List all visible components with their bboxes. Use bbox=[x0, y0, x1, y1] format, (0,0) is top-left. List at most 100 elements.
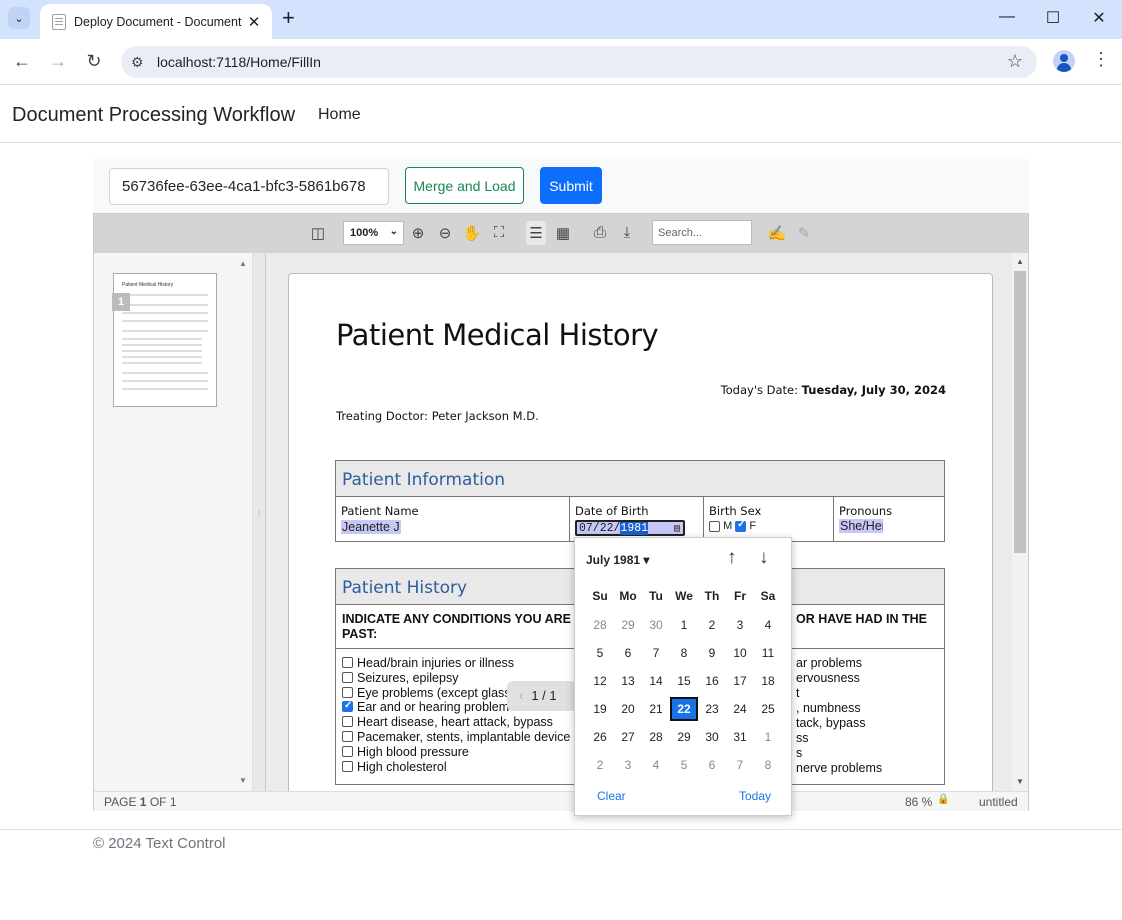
download-icon[interactable]: ⤓ bbox=[617, 224, 637, 241]
calendar-day[interactable]: 30 bbox=[642, 613, 670, 637]
calendar-day[interactable]: 29 bbox=[670, 725, 698, 749]
edit-form-icon[interactable]: ✎ bbox=[794, 224, 814, 242]
calendar-day[interactable]: 30 bbox=[698, 725, 726, 749]
calendar-day[interactable]: 19 bbox=[586, 697, 614, 721]
calendar-icon[interactable]: ▤ bbox=[674, 523, 680, 535]
scroll-up-icon[interactable]: ▲ bbox=[239, 259, 247, 268]
browser-tab[interactable]: Deploy Document - Document ✕ bbox=[40, 4, 272, 39]
minimize-icon[interactable]: — bbox=[997, 8, 1017, 26]
calendar-day[interactable]: 20 bbox=[614, 697, 642, 721]
dob-date-field[interactable]: 07/22/1981 ▤ bbox=[575, 520, 685, 536]
calendar-day[interactable]: 24 bbox=[726, 697, 754, 721]
calendar-day[interactable]: 18 bbox=[754, 669, 782, 693]
calendar-day[interactable]: 5 bbox=[586, 641, 614, 665]
single-page-view-icon[interactable]: ☰ bbox=[526, 221, 546, 245]
calendar-day[interactable]: 10 bbox=[726, 641, 754, 665]
condition-checkbox[interactable] bbox=[342, 657, 353, 668]
calendar-day[interactable]: 8 bbox=[754, 753, 782, 777]
calendar-day[interactable]: 1 bbox=[754, 725, 782, 749]
profile-avatar-icon[interactable] bbox=[1053, 50, 1075, 72]
calendar-day[interactable]: 16 bbox=[698, 669, 726, 693]
tab-search-button[interactable]: ⌄ bbox=[8, 7, 30, 29]
back-icon[interactable]: ← bbox=[11, 51, 33, 72]
calendar-day[interactable]: 9 bbox=[698, 641, 726, 665]
calendar-day[interactable]: 22 bbox=[670, 697, 698, 721]
today-button[interactable]: Today bbox=[739, 789, 771, 803]
calendar-day[interactable]: 3 bbox=[614, 753, 642, 777]
calendar-day[interactable]: 5 bbox=[670, 753, 698, 777]
calendar-day[interactable]: 15 bbox=[670, 669, 698, 693]
calendar-day[interactable]: 26 bbox=[586, 725, 614, 749]
zoom-in-icon[interactable]: ⊕ bbox=[408, 224, 428, 242]
calendar-day[interactable]: 28 bbox=[586, 613, 614, 637]
calendar-day[interactable]: 31 bbox=[726, 725, 754, 749]
browser-menu-icon[interactable]: ⋮ bbox=[1092, 49, 1110, 70]
calendar-day[interactable]: 13 bbox=[614, 669, 642, 693]
bookmark-star-icon[interactable]: ☆ bbox=[1007, 51, 1023, 72]
document-id-input[interactable] bbox=[109, 168, 389, 205]
sex-m-checkbox[interactable] bbox=[709, 520, 720, 532]
calendar-day[interactable]: 2 bbox=[586, 753, 614, 777]
calendar-day[interactable]: 4 bbox=[754, 613, 782, 637]
condition-checkbox[interactable] bbox=[342, 716, 353, 728]
document-scrollbar[interactable]: ▲ ▼ bbox=[1012, 253, 1028, 791]
calendar-day[interactable]: 21 bbox=[642, 697, 670, 721]
condition-checkbox[interactable] bbox=[342, 730, 353, 742]
condition-checkbox[interactable] bbox=[342, 699, 353, 714]
calendar-day[interactable]: 29 bbox=[614, 613, 642, 637]
calendar-day[interactable]: 25 bbox=[754, 697, 782, 721]
month-year-selector[interactable]: July 1981 ▾ bbox=[586, 553, 649, 567]
condition-checkbox[interactable] bbox=[342, 686, 353, 698]
grid-view-icon[interactable]: ▦ bbox=[553, 224, 573, 242]
calendar-day[interactable]: 4 bbox=[642, 753, 670, 777]
condition-checkbox[interactable] bbox=[342, 745, 353, 757]
zoom-out-icon[interactable]: ⊖ bbox=[435, 224, 455, 242]
zoom-select[interactable]: 100% ⌄ bbox=[343, 221, 404, 245]
calendar-day[interactable]: 17 bbox=[726, 669, 754, 693]
calendar-day[interactable]: 7 bbox=[726, 753, 754, 777]
calendar-day[interactable]: 11 bbox=[754, 641, 782, 665]
calendar-day[interactable]: 2 bbox=[698, 613, 726, 637]
merge-and-load-button[interactable]: Merge and Load bbox=[405, 167, 524, 204]
new-tab-icon[interactable]: + bbox=[282, 6, 295, 30]
previous-page-icon[interactable]: ‹ bbox=[519, 688, 523, 703]
sex-f-checkbox[interactable] bbox=[735, 519, 747, 532]
calendar-day[interactable]: 27 bbox=[614, 725, 642, 749]
scrollbar-thumb[interactable] bbox=[1014, 271, 1026, 553]
signature-icon[interactable]: ✍ bbox=[767, 224, 787, 242]
omnibox[interactable]: ⚙ localhost:7118/Home/FillIn ☆ bbox=[121, 46, 1037, 78]
calendar-day[interactable]: 23 bbox=[698, 697, 726, 721]
calendar-day[interactable]: 6 bbox=[698, 753, 726, 777]
pane-splitter[interactable]: ⁞ bbox=[254, 253, 266, 791]
pronouns-field[interactable]: She/Her bbox=[839, 519, 883, 533]
previous-month-icon[interactable]: ↑ bbox=[727, 547, 737, 569]
calendar-day[interactable]: 1 bbox=[670, 613, 698, 637]
calendar-day[interactable]: 6 bbox=[614, 641, 642, 665]
condition-checkbox[interactable] bbox=[342, 671, 353, 683]
scroll-down-icon[interactable]: ▼ bbox=[1016, 777, 1024, 786]
scroll-down-icon[interactable]: ▼ bbox=[239, 776, 247, 785]
site-info-icon[interactable]: ⚙ bbox=[131, 54, 149, 71]
next-month-icon[interactable]: ↓ bbox=[759, 547, 769, 569]
print-icon[interactable]: ⎙ bbox=[590, 224, 610, 241]
close-tab-icon[interactable]: ✕ bbox=[244, 13, 264, 31]
maximize-icon[interactable]: ☐ bbox=[1043, 8, 1063, 28]
calendar-day[interactable]: 14 bbox=[642, 669, 670, 693]
pan-hand-icon[interactable]: ✋ bbox=[462, 224, 482, 242]
nav-home-link[interactable]: Home bbox=[318, 106, 361, 124]
app-brand[interactable]: Document Processing Workflow bbox=[12, 104, 295, 127]
forward-icon[interactable]: → bbox=[47, 51, 69, 72]
reload-icon[interactable]: ↻ bbox=[83, 51, 105, 72]
calendar-day[interactable]: 28 bbox=[642, 725, 670, 749]
calendar-day[interactable]: 3 bbox=[726, 613, 754, 637]
viewer-search-input[interactable]: Search... bbox=[652, 220, 752, 245]
patient-name-field[interactable]: Jeanette J bbox=[341, 520, 401, 534]
calendar-day[interactable]: 8 bbox=[670, 641, 698, 665]
close-window-icon[interactable]: ✕ bbox=[1089, 8, 1109, 28]
scroll-up-icon[interactable]: ▲ bbox=[1016, 257, 1024, 266]
sidebar-toggle-icon[interactable]: ◫ bbox=[308, 224, 328, 242]
condition-checkbox[interactable] bbox=[342, 760, 353, 772]
calendar-day[interactable]: 7 bbox=[642, 641, 670, 665]
clear-button[interactable]: Clear bbox=[597, 789, 626, 803]
submit-button[interactable]: Submit bbox=[540, 167, 602, 204]
